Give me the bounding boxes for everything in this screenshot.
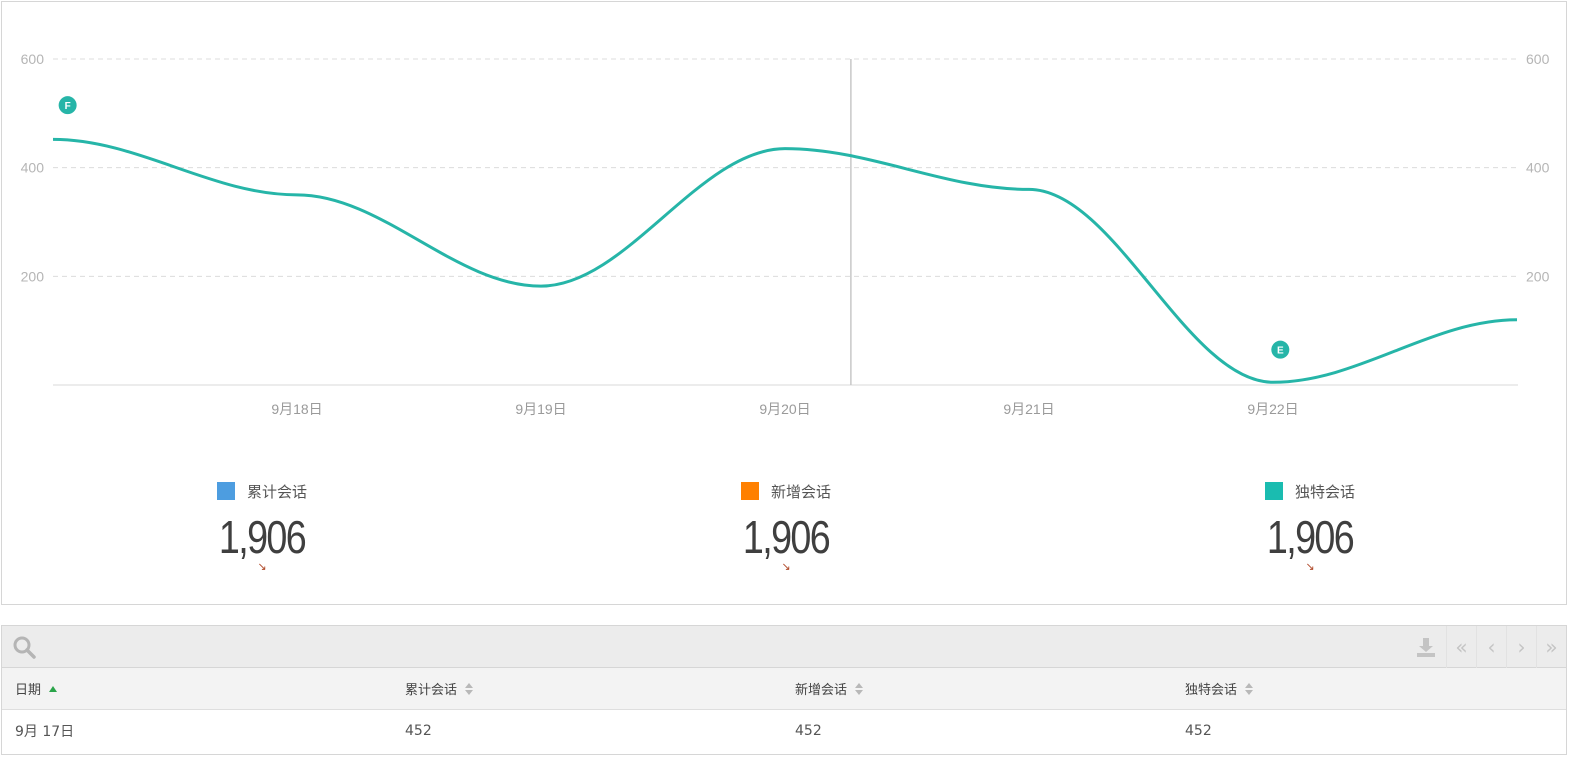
series-line [52, 137, 1518, 384]
summary-value: 1,906 [742, 511, 831, 563]
column-header-date[interactable]: 日期 [2, 679, 392, 698]
column-header-unique-sessions[interactable]: 独特会话 [1172, 679, 1562, 698]
y-tick-label-left: 200 [21, 268, 45, 284]
y-tick-label-right: 200 [1526, 268, 1550, 284]
column-label: 日期 [15, 683, 42, 698]
x-tick-label: 9月19日 [515, 401, 566, 417]
legend-item[interactable]: 独特会话 [1210, 480, 1410, 502]
y-tick-label-left: 600 [21, 51, 45, 67]
prev-page-button[interactable]: ‹ [1476, 626, 1506, 668]
table-cell: 452 [795, 723, 822, 739]
table-toolbar: « ‹ › » [2, 626, 1566, 668]
event-marker-label: F [65, 101, 71, 112]
table-header: 日期 累计会话 新增会话 独特会话 [2, 668, 1566, 710]
legend-swatch [740, 482, 759, 500]
y-tick-label-right: 400 [1526, 160, 1550, 176]
data-table: « ‹ › » 日期 累计会话 新增会话 独特会话 9月 17日 452 452… [1, 625, 1567, 755]
x-tick-label: 9月21日 [1003, 401, 1054, 417]
column-header-new-sessions[interactable]: 新增会话 [782, 679, 1172, 698]
legend-label: 新增会话 [770, 482, 831, 501]
last-page-button[interactable]: » [1536, 626, 1566, 668]
summary-total-sessions[interactable]: 累计会话 1,906 ↘ [162, 480, 362, 573]
sort-icon [465, 682, 474, 695]
legend-item[interactable]: 新增会话 [686, 480, 886, 502]
table-row[interactable]: 9月 17日 452 452 452 [2, 710, 1566, 752]
table-cell: 9月 17日 [15, 724, 75, 740]
x-tick-label: 9月20日 [759, 401, 810, 417]
table-cell: 452 [1185, 723, 1212, 739]
legend-swatch [216, 482, 235, 500]
y-tick-label-right: 600 [1526, 51, 1550, 67]
sort-icon [855, 682, 864, 695]
chevron-left-icon: ‹ [1487, 635, 1496, 659]
first-page-button[interactable]: « [1446, 626, 1476, 668]
chevron-right-icon: › [1517, 635, 1526, 659]
summary-unique-sessions[interactable]: 独特会话 1,906 ↘ [1210, 480, 1410, 573]
legend-item[interactable]: 累计会话 [162, 480, 362, 502]
download-button[interactable] [1406, 626, 1446, 668]
next-page-button[interactable]: › [1506, 626, 1536, 668]
column-label: 新增会话 [795, 683, 848, 698]
double-chevron-left-icon: « [1455, 635, 1468, 659]
legend-swatch [1264, 482, 1283, 500]
y-tick-label-left: 400 [21, 160, 45, 176]
summary-value: 1,906 [218, 511, 307, 563]
chart-panel: 200 200 400 400 600 600 9月18日 9月19日 9月20日 9月21日 9月… [1, 1, 1567, 605]
x-tick-label: 9月22日 [1247, 401, 1298, 417]
search-icon[interactable] [12, 635, 36, 659]
column-label: 独特会话 [1185, 683, 1238, 698]
sort-icon [1245, 682, 1254, 695]
legend-label: 累计会话 [246, 482, 307, 501]
download-icon [1417, 638, 1435, 657]
sort-asc-icon [49, 685, 58, 692]
summary-value: 1,906 [1266, 511, 1355, 563]
column-label: 累计会话 [405, 683, 458, 698]
column-header-total-sessions[interactable]: 累计会话 [392, 679, 782, 698]
table-cell: 452 [405, 723, 432, 739]
summary-new-sessions[interactable]: 新增会话 1,906 ↘ [686, 480, 886, 573]
event-marker-label: E [1277, 346, 1284, 357]
x-tick-label: 9月18日 [271, 401, 322, 417]
double-chevron-right-icon: » [1545, 635, 1558, 659]
legend-label: 独特会话 [1294, 482, 1355, 501]
